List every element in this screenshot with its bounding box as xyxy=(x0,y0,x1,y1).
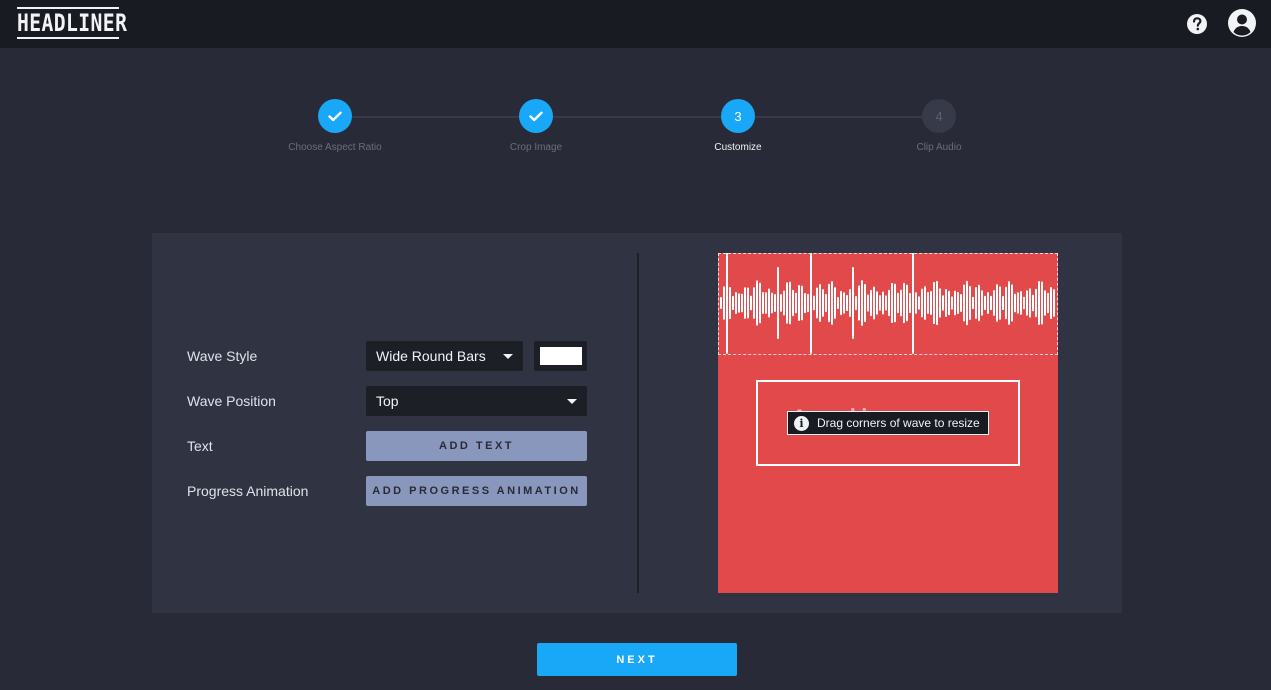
check-icon xyxy=(519,99,553,133)
next-button[interactable]: NEXT xyxy=(537,643,737,676)
resize-tooltip: i Drag corners of wave to resize xyxy=(787,411,989,435)
stepper-track xyxy=(335,116,939,118)
wave-position-select[interactable]: Top xyxy=(366,386,587,416)
step-label: Choose Aspect Ratio xyxy=(288,142,382,153)
wave-color-picker[interactable] xyxy=(534,341,587,371)
text-label: Text xyxy=(187,438,213,454)
add-text-button[interactable]: ADD TEXT xyxy=(366,431,587,461)
step-choose-aspect-ratio[interactable]: Choose Aspect Ratio xyxy=(255,99,415,153)
wave-position-value: Top xyxy=(376,393,399,409)
step-label: Clip Audio xyxy=(916,142,962,153)
check-icon xyxy=(318,99,352,133)
preview-canvas[interactable]: Audience i Drag corners of wave to resiz… xyxy=(718,253,1058,593)
add-progress-animation-button[interactable]: ADD PROGRESS ANIMATION xyxy=(366,476,587,506)
tooltip-text: Drag corners of wave to resize xyxy=(817,416,980,430)
step-label: Customize xyxy=(714,142,762,153)
step-clip-audio: 4 Clip Audio xyxy=(859,99,1019,153)
panel-divider xyxy=(637,253,639,593)
wave-style-value: Wide Round Bars xyxy=(376,348,486,364)
chevron-down-icon xyxy=(503,354,513,359)
step-crop-image[interactable]: Crop Image xyxy=(456,99,616,153)
step-number: 3 xyxy=(721,99,755,133)
wave-style-select[interactable]: Wide Round Bars xyxy=(366,341,523,371)
step-customize[interactable]: 3 Customize xyxy=(658,99,818,153)
progress-stepper: Choose Aspect Ratio Crop Image 3 Customi… xyxy=(0,0,1271,170)
chevron-down-icon xyxy=(567,399,577,404)
color-swatch xyxy=(540,347,582,365)
step-label: Crop Image xyxy=(509,142,563,153)
wave-resize-box[interactable] xyxy=(718,253,1058,355)
step-number: 4 xyxy=(922,99,956,133)
wave-position-label: Wave Position xyxy=(187,393,276,409)
progress-animation-label: Progress Animation xyxy=(187,483,309,499)
wave-style-label: Wave Style xyxy=(187,348,258,364)
info-icon: i xyxy=(794,415,809,431)
